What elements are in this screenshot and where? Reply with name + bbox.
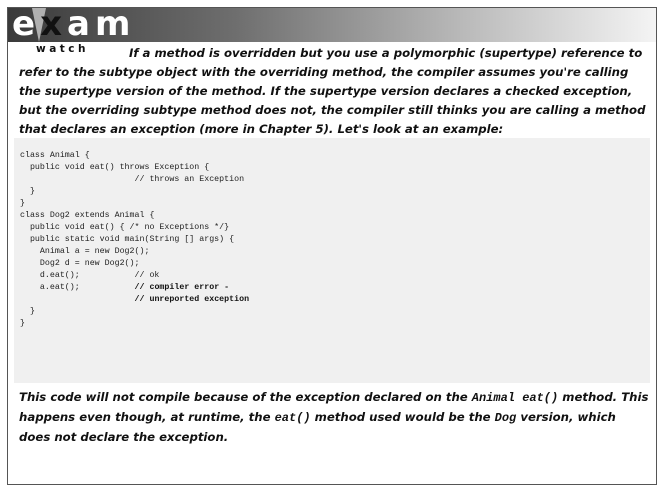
code-line: class Dog2 extends Animal { (20, 211, 154, 220)
conclusion-text-3: method used would be the (310, 410, 495, 424)
code-line-text: } (20, 199, 25, 208)
code-block: class Animal { public void eat() throws … (14, 138, 650, 383)
code-line: public static void main(String [] args) … (20, 235, 234, 244)
exam-watch-banner: exam (8, 7, 656, 44)
code-line-text: d.eat(); // ok (20, 271, 160, 280)
code-line: a.eat(); // compiler error - (20, 283, 229, 292)
code-line-text: class Animal { (20, 151, 90, 160)
code-line-text: public static void main(String [] args) … (20, 235, 235, 244)
code-line-comment: // compiler error - (134, 283, 230, 292)
code-line: // unreported exception (20, 295, 250, 304)
code-line: class Animal { (20, 151, 90, 160)
exam-letter-x: x (40, 7, 67, 44)
code-line: } (20, 199, 25, 208)
code-line: public void eat() throws Exception { (20, 163, 209, 172)
code-line-text: Animal a = new Dog2(); (20, 247, 150, 256)
code-line-text: // throws an Exception (20, 175, 245, 184)
code-line: // throws an Exception (20, 175, 245, 184)
code-line: d.eat(); // ok (20, 271, 160, 280)
intro-paragraph: If a method is overridden but you use a … (19, 46, 646, 136)
exam-letter-a: a (67, 7, 95, 44)
code-line-text: class Dog2 extends Animal { (20, 211, 155, 220)
conclusion-text-1: This code will not compile because of th… (19, 390, 472, 404)
code-line-text: } (20, 187, 35, 196)
exam-letter-e: e (12, 7, 41, 44)
code-listing: class Animal { public void eat() throws … (20, 150, 249, 330)
code-line: Dog2 d = new Dog2(); (20, 259, 140, 268)
code-line: Animal a = new Dog2(); (20, 247, 150, 256)
code-ref-eat: eat() (274, 411, 311, 425)
code-line-text: Dog2 d = new Dog2(); (20, 259, 140, 268)
exam-watch-box: exam watch If a method is overridden but… (7, 7, 657, 485)
code-ref-dog: Dog (494, 411, 517, 425)
conclusion-paragraph: This code will not compile because of th… (19, 388, 651, 447)
exam-letter-m: m (94, 7, 136, 44)
code-line-text: } (20, 307, 35, 316)
code-line: public void eat() { /* no Exceptions */} (20, 223, 229, 232)
code-line-text: public void eat() { /* no Exceptions */} (20, 223, 230, 232)
code-line: } (20, 319, 25, 328)
code-line-text: } (20, 319, 25, 328)
code-line-comment: // unreported exception (134, 295, 250, 304)
exam-logo: exam (12, 7, 136, 44)
code-line-text: a.eat(); (20, 283, 135, 292)
code-line: } (20, 187, 35, 196)
code-line: } (20, 307, 35, 316)
code-ref-animal-eat: Animal eat() (471, 391, 559, 405)
code-line-text: public void eat() throws Exception { (20, 163, 210, 172)
